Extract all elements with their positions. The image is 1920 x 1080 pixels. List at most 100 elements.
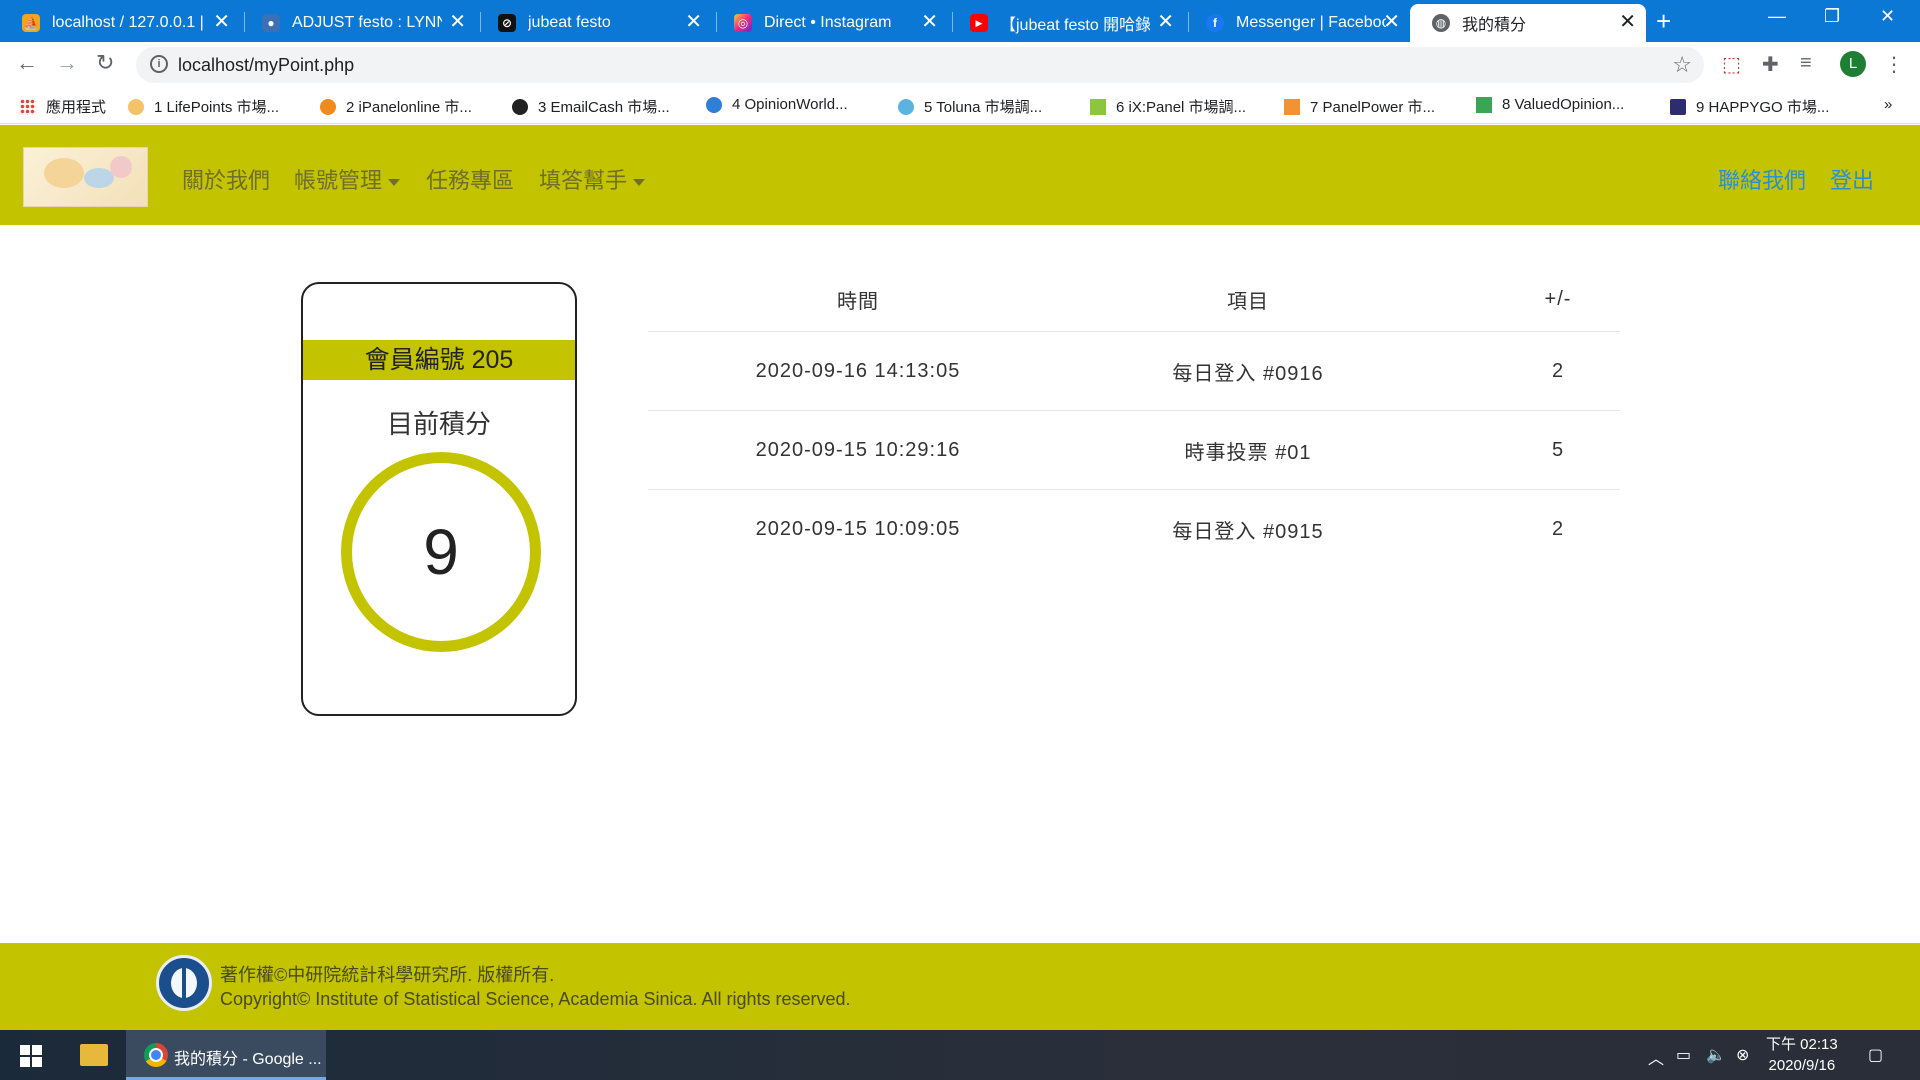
tab-my-points[interactable]: ◍ 我的積分 ✕ — [1410, 4, 1646, 42]
bookmark-panelpower[interactable]: 7 PanelPower 市... — [1284, 96, 1435, 117]
bookmark-star-icon[interactable]: ☆ — [1672, 52, 1692, 78]
logo-shape — [84, 168, 114, 188]
bookmark-valuedopinions[interactable]: 8 ValuedOpinion... — [1476, 96, 1624, 113]
bookmark-label: 1 LifePoints 市場... — [154, 99, 280, 116]
nav-tasks[interactable]: 任務專區 — [426, 163, 514, 195]
bookmark-lifepoints[interactable]: 1 LifePoints 市場... — [128, 96, 279, 117]
bookmark-happygo[interactable]: 9 HAPPYGO 市場... — [1670, 96, 1829, 117]
tab-adjust-festo[interactable]: ● ADJUST festo : LYNN. ✕ — [240, 4, 476, 42]
volume-icon[interactable]: 🔈 — [1706, 1045, 1726, 1065]
bookmark-label: 2 iPanelonline 市... — [346, 99, 472, 116]
copyright-zh: 著作權©中研院統計科學研究所. 版權所有. — [220, 965, 555, 985]
caret-down-icon — [633, 178, 646, 186]
site-logo[interactable] — [23, 147, 148, 207]
member-number: 會員編號 205 — [303, 340, 575, 380]
table-row: 2020-09-16 14:13:05 每日登入 #0916 2 — [648, 332, 1620, 411]
extensions-icon[interactable]: ✚ — [1762, 52, 1779, 77]
chrome-icon — [144, 1043, 168, 1067]
row-delta: 2 — [1551, 359, 1565, 382]
bookmark-label: 8 ValuedOpinion... — [1502, 96, 1625, 113]
notification-off-icon[interactable]: ⊗ — [1736, 1045, 1749, 1065]
profile-avatar[interactable]: L — [1840, 51, 1866, 77]
instagram-icon: ◎ — [734, 14, 752, 32]
minimize-icon[interactable]: — — [1768, 6, 1786, 27]
browser-tab-strip: ⛵ localhost / 127.0.0.1 | ✕ ● ADJUST fes… — [0, 0, 1920, 42]
close-icon[interactable]: ✕ — [213, 12, 230, 32]
taskbar-clock[interactable]: 下午 02:13 2020/9/16 — [1766, 1034, 1838, 1076]
tab-youtube[interactable]: ▶ 【jubeat festo 開哈錄 ✕ — [948, 4, 1184, 42]
nav-account-label: 帳號管理 — [294, 168, 383, 193]
bookmark-emailcash[interactable]: 3 EmailCash 市場... — [512, 96, 670, 117]
new-tab-icon[interactable]: + — [1656, 8, 1671, 34]
clock-date: 2020/9/16 — [1768, 1057, 1836, 1074]
site-navbar: 關於我們 帳號管理 任務專區 填答幫手 聯絡我們 登出 — [0, 125, 1920, 225]
reload-icon[interactable]: ↻ — [96, 50, 114, 76]
ixpanel-icon — [1090, 98, 1106, 115]
media-queue-icon[interactable]: ≡ — [1800, 52, 1812, 75]
tab-title: 【jubeat festo 開哈錄 — [1000, 17, 1150, 34]
bookmark-label: 6 iX:Panel 市場調... — [1116, 99, 1247, 116]
bookmark-apps[interactable]: 應用程式 — [20, 96, 106, 117]
bookmark-label: 5 Toluna 市場調... — [924, 99, 1043, 116]
nav-logout[interactable]: 登出 — [1830, 163, 1874, 195]
close-icon[interactable]: ✕ — [449, 12, 466, 32]
window-close-icon[interactable]: ✕ — [1880, 6, 1895, 27]
header-item: 項目 — [1227, 291, 1269, 313]
nav-helper-dropdown[interactable]: 填答幫手 — [539, 163, 646, 195]
tray-chevron-icon[interactable]: ︿ — [1648, 1045, 1664, 1069]
header-delta: +/- — [1544, 288, 1572, 310]
close-icon[interactable]: ✕ — [1157, 12, 1174, 32]
clock-time: 下午 02:13 — [1766, 1036, 1838, 1053]
bookmark-opinionworld[interactable]: 4 OpinionWorld... — [706, 96, 848, 113]
url-text[interactable]: localhost/myPoint.php — [178, 55, 354, 76]
bookmark-toluna[interactable]: 5 Toluna 市場調... — [898, 96, 1042, 117]
bookmarks-overflow-icon[interactable]: » — [1884, 96, 1892, 113]
panelpower-icon — [1284, 98, 1300, 115]
pdf-extension-icon[interactable]: ⬚ — [1722, 52, 1741, 77]
copyright-en: Copyright© Institute of Statistical Scie… — [220, 989, 851, 1009]
action-center-icon[interactable]: ▢ — [1868, 1045, 1883, 1065]
back-icon[interactable]: ← — [16, 50, 38, 76]
academia-sinica-seal — [156, 955, 212, 1011]
bookmark-label: 3 EmailCash 市場... — [538, 99, 670, 116]
lifepoints-icon — [128, 98, 144, 115]
address-bar[interactable]: i localhost/myPoint.php ☆ — [136, 47, 1704, 83]
nav-account-dropdown[interactable]: 帳號管理 — [294, 163, 401, 195]
nav-contact[interactable]: 聯絡我們 — [1718, 163, 1806, 195]
points-card: 會員編號 205 目前積分 9 — [301, 282, 577, 716]
happygo-icon — [1670, 98, 1686, 115]
bookmark-ipanelonline[interactable]: 2 iPanelonline 市... — [320, 96, 472, 117]
site-footer: 著作權©中研院統計科學研究所. 版權所有. Copyright© Institu… — [0, 943, 1920, 1030]
tab-messenger[interactable]: f Messenger | Faceboo ✕ — [1184, 4, 1410, 42]
tab-instagram[interactable]: ◎ Direct • Instagram ✕ — [712, 4, 948, 42]
emailcash-icon — [512, 98, 528, 115]
row-time: 2020-09-15 10:09:05 — [755, 518, 961, 540]
network-icon[interactable]: ▭ — [1676, 1045, 1691, 1065]
close-icon[interactable]: ✕ — [685, 12, 702, 32]
valuedopinions-icon — [1476, 96, 1492, 113]
close-icon[interactable]: ✕ — [921, 12, 938, 32]
seal-bar — [182, 966, 186, 1000]
nav-about[interactable]: 關於我們 — [182, 163, 270, 195]
table-row: 2020-09-15 10:29:16 時事投票 #01 5 — [648, 411, 1620, 490]
menu-kebab-icon[interactable]: ⋮ — [1884, 52, 1904, 77]
restore-icon[interactable]: ❐ — [1824, 6, 1840, 27]
apps-grid-icon — [20, 98, 36, 115]
tab-phpmyadmin[interactable]: ⛵ localhost / 127.0.0.1 | ✕ — [0, 4, 240, 42]
tab-jubeat-festo[interactable]: ⊘ jubeat festo ✕ — [476, 4, 712, 42]
close-icon[interactable]: ✕ — [1619, 12, 1636, 32]
info-icon[interactable]: i — [150, 55, 168, 73]
windows-start-icon[interactable] — [20, 1045, 42, 1067]
bookmark-label: 4 OpinionWorld... — [732, 96, 848, 113]
bookmark-ixpanel[interactable]: 6 iX:Panel 市場調... — [1090, 96, 1246, 117]
forward-icon[interactable]: → — [56, 50, 78, 76]
logo-shape — [110, 156, 132, 178]
close-icon[interactable]: ✕ — [1383, 12, 1400, 32]
file-explorer-icon[interactable] — [80, 1044, 108, 1066]
jubeat-icon: ⊘ — [498, 14, 516, 32]
taskbar-chrome-app[interactable]: 我的積分 - Google ... — [126, 1030, 326, 1080]
bookmark-label: 9 HAPPYGO 市場... — [1696, 99, 1830, 116]
globe-icon: ● — [262, 14, 280, 32]
youtube-icon: ▶ — [970, 14, 988, 32]
logo-shape — [44, 158, 84, 188]
